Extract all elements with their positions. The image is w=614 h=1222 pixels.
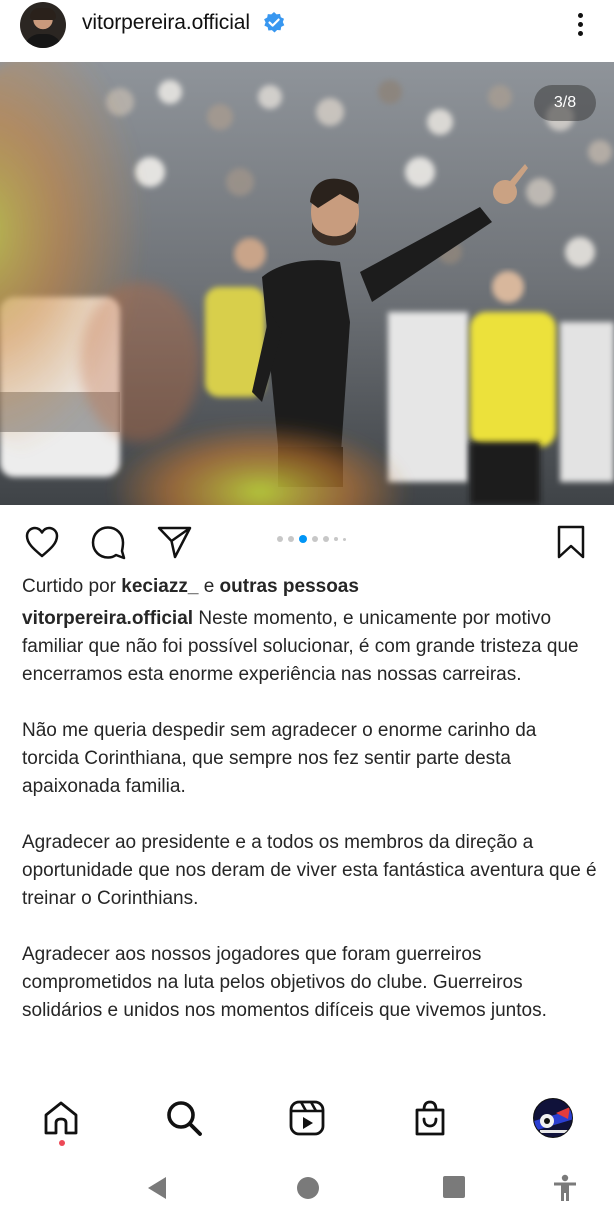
more-options-icon[interactable]: [566, 8, 594, 40]
recents-icon[interactable]: [443, 1176, 465, 1198]
caption-username[interactable]: vitorpereira.official: [22, 608, 193, 629]
profile-avatar[interactable]: [533, 1098, 573, 1138]
caption-paragraph: Agradecer aos nossos jogadores que foram…: [22, 944, 547, 1021]
verified-badge-icon: [264, 12, 285, 33]
home-icon[interactable]: [41, 1098, 81, 1138]
caption-paragraph: Não me queria despedir sem agradecer o e…: [22, 720, 537, 797]
search-icon[interactable]: [164, 1098, 204, 1138]
likes-line: Curtido por keciazz_ e outras pessoas: [22, 576, 359, 598]
shop-icon[interactable]: [410, 1098, 450, 1138]
send-icon[interactable]: [155, 523, 193, 561]
post-header: vitorpereira.official: [0, 0, 614, 62]
liked-by-others[interactable]: outras pessoas: [220, 576, 359, 597]
likes-conjunction: e: [203, 576, 215, 597]
post-photo-illustration: [0, 62, 614, 505]
caption-paragraph: vitorpereira.official Neste momento, e u…: [22, 605, 597, 689]
home-circle-icon[interactable]: [296, 1176, 320, 1200]
image-counter: 3/8: [534, 85, 596, 121]
post-caption: vitorpereira.official Neste momento, e u…: [22, 605, 597, 1053]
carousel-dot-active: [299, 535, 307, 543]
carousel-dot: [288, 536, 294, 542]
comment-icon[interactable]: [89, 523, 127, 561]
bottom-navigation: [0, 1088, 614, 1150]
notification-dot: [59, 1140, 65, 1146]
carousel-dot: [312, 536, 318, 542]
carousel-indicator: [277, 535, 346, 543]
likes-prefix: Curtido por: [22, 576, 116, 597]
reels-icon[interactable]: [287, 1098, 327, 1138]
carousel-dot: [323, 536, 329, 542]
heart-icon[interactable]: [23, 523, 61, 561]
system-navigation-bar: [0, 1150, 614, 1222]
bookmark-icon[interactable]: [552, 523, 590, 561]
post-image[interactable]: 3/8: [0, 62, 614, 505]
back-icon[interactable]: [146, 1176, 168, 1200]
carousel-dot: [343, 537, 346, 541]
liked-by-user[interactable]: keciazz_: [121, 576, 198, 597]
profile-avatar-image: [534, 1099, 572, 1137]
accessibility-icon[interactable]: [552, 1174, 578, 1202]
avatar[interactable]: [20, 2, 66, 48]
carousel-dot: [277, 536, 283, 542]
carousel-dot: [334, 537, 338, 541]
username[interactable]: vitorpereira.official: [82, 11, 250, 35]
caption-paragraph: Agradecer ao presidente e a todos os mem…: [22, 832, 597, 909]
